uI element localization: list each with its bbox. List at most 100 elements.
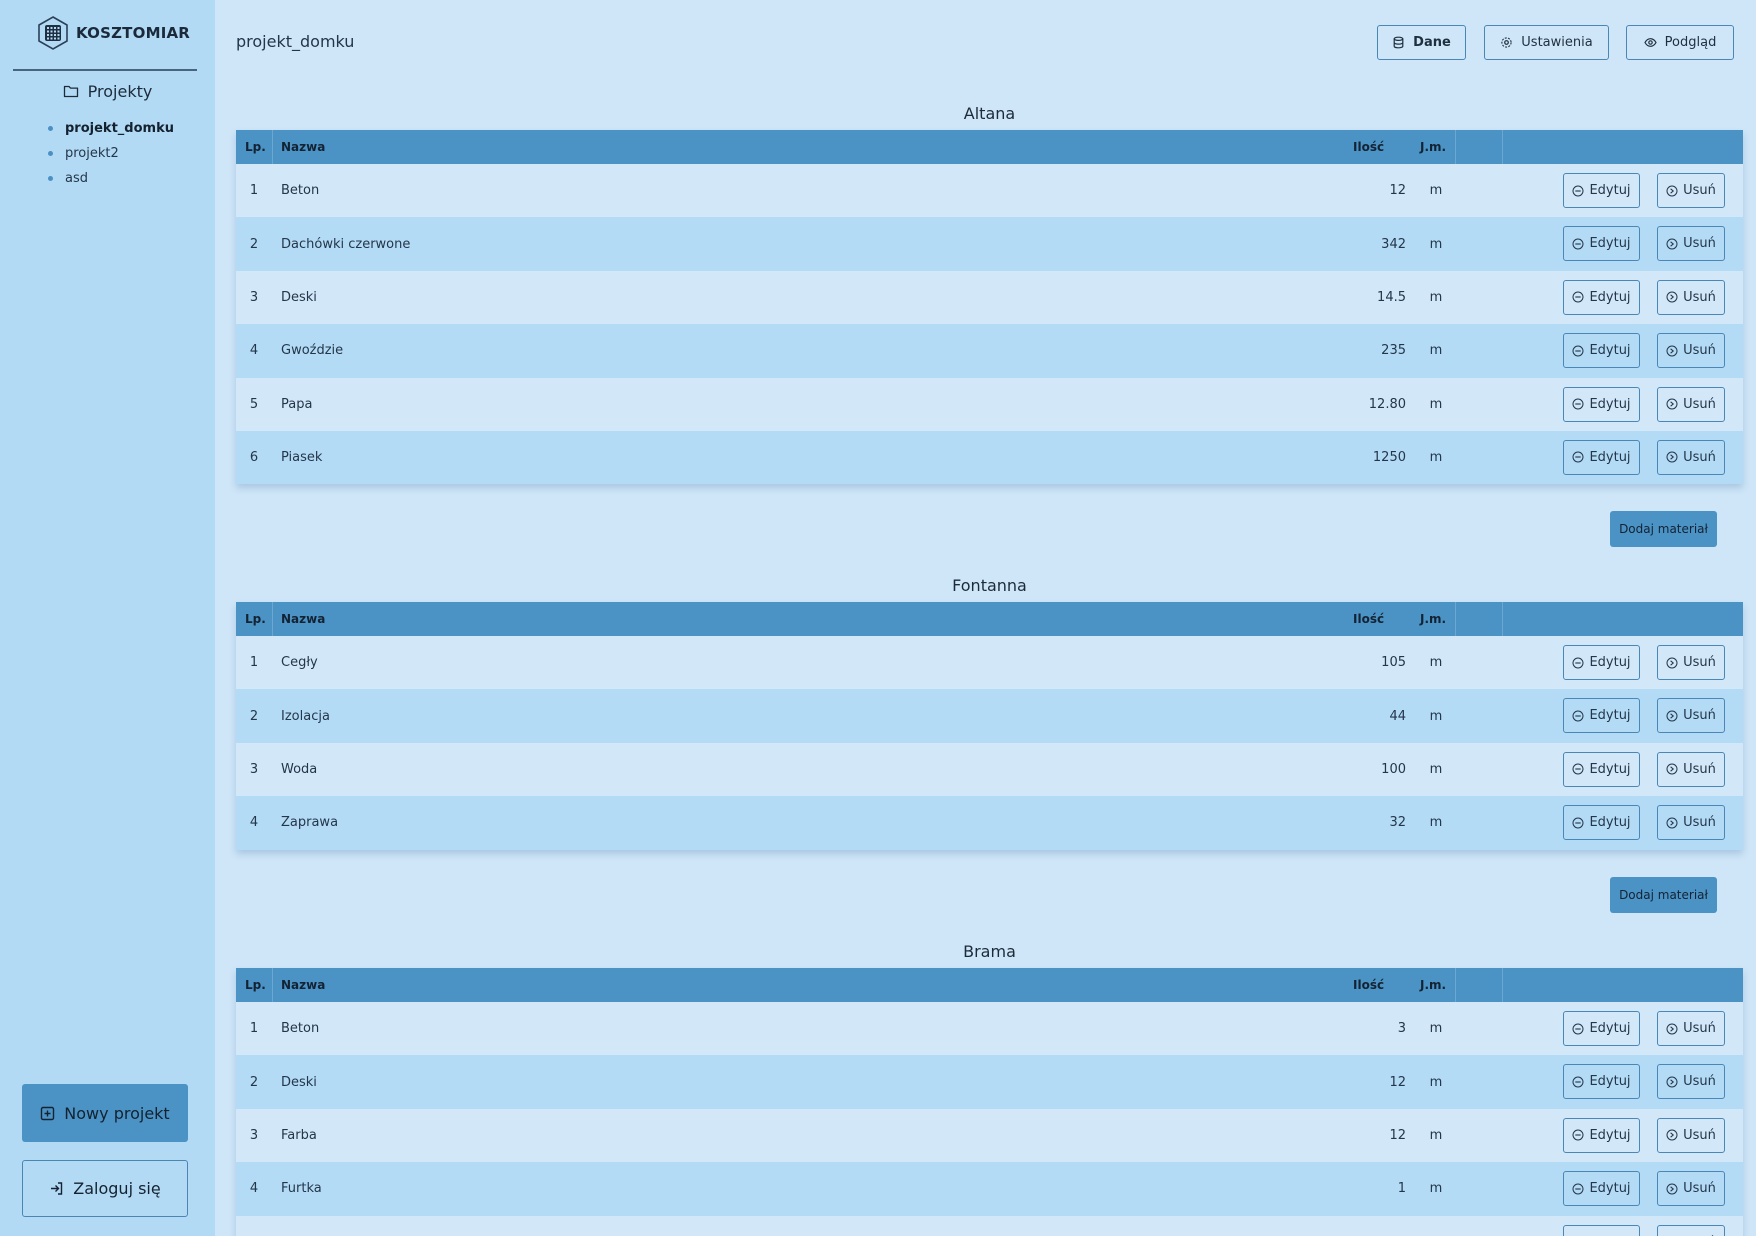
column-header-lp: Lp. xyxy=(245,140,266,154)
project-name: projekt2 xyxy=(65,146,119,161)
brand-name: KOSZTOMIAR xyxy=(76,24,191,42)
delete-button[interactable]: Usuń xyxy=(1657,333,1725,369)
delete-button[interactable]: Usuń xyxy=(1657,1011,1725,1046)
table-row: 1 Cegły 105 m Edytuj Usuń xyxy=(236,636,1743,690)
material-unit: m xyxy=(1429,1127,1443,1143)
edit-button[interactable]: Edytuj xyxy=(1563,1171,1640,1207)
delete-button-label: Usuń xyxy=(1683,289,1716,305)
gear-icon xyxy=(1501,37,1512,48)
project-list-item[interactable]: projekt2 xyxy=(48,141,174,166)
material-unit: m xyxy=(1429,236,1443,252)
table-row: 2 Deski 12 m Edytuj Usuń xyxy=(236,1055,1743,1109)
table-row: 6 Piasek 1250 m Edytuj Usuń xyxy=(236,430,1743,485)
delete-button[interactable]: Usuń xyxy=(1657,1064,1725,1100)
delete-button[interactable]: Usuń xyxy=(1657,386,1725,422)
column-header-ilosc: Ilość xyxy=(1353,978,1385,992)
settings-button[interactable]: Ustawienia xyxy=(1484,25,1609,60)
material-name: Woda xyxy=(281,761,318,777)
bullet-icon xyxy=(48,126,53,131)
edit-button[interactable]: Edytuj xyxy=(1563,439,1640,475)
delete-button-label: Usuń xyxy=(1683,1181,1716,1197)
edit-button[interactable]: Edytuj xyxy=(1563,1117,1640,1153)
data-button-label: Dane xyxy=(1413,35,1451,50)
project-list-item[interactable]: asd xyxy=(48,166,174,191)
bullet-icon xyxy=(48,151,53,156)
delete-button-label: Usuń xyxy=(1683,1074,1716,1090)
minus-circle-icon xyxy=(1572,398,1584,410)
edit-button[interactable]: Edytuj xyxy=(1563,173,1640,208)
eye-icon xyxy=(1643,38,1657,47)
edit-button[interactable]: Edytuj xyxy=(1563,226,1640,262)
delete-button[interactable]: Usuń xyxy=(1657,279,1725,315)
delete-button[interactable]: Usuń xyxy=(1657,805,1725,841)
delete-button-label: Usuń xyxy=(1683,815,1716,831)
column-header-jm: J.m. xyxy=(1420,140,1447,154)
table-row: Edytuj Usuń xyxy=(236,1215,1743,1236)
login-button[interactable]: Zaloguj się xyxy=(22,1160,188,1217)
delete-button-label: Usuń xyxy=(1683,343,1716,359)
delete-button[interactable]: Usuń xyxy=(1657,1171,1725,1207)
grid-hexagon-logo-icon xyxy=(38,16,68,50)
preview-button[interactable]: Podgląd xyxy=(1626,25,1734,60)
edit-button[interactable]: Edytuj xyxy=(1563,1224,1640,1236)
column-header-nazwa: Nazwa xyxy=(281,612,326,626)
delete-button[interactable]: Usuń xyxy=(1657,698,1725,734)
material-name: Furtka xyxy=(281,1181,322,1197)
materials-table: Lp. Nazwa Ilość J.m. 1 Cegły 105 m Edytuj Usuń 2 Iz… xyxy=(236,602,1743,850)
delete-button[interactable]: Usuń xyxy=(1657,1224,1725,1236)
table-header: Lp. Nazwa Ilość J.m. xyxy=(236,130,1743,164)
column-divider xyxy=(1502,602,1503,636)
edit-button-label: Edytuj xyxy=(1589,1181,1631,1197)
row-number: 4 xyxy=(249,343,259,359)
projects-heading: Projekty xyxy=(0,78,215,104)
table-row: 4 Zaprawa 32 m Edytuj Usuń xyxy=(236,796,1743,850)
bullet-icon xyxy=(48,176,53,181)
chevron-circle-icon xyxy=(1666,1183,1678,1195)
edit-button[interactable]: Edytuj xyxy=(1563,698,1640,734)
project-name: asd xyxy=(65,171,88,186)
column-divider xyxy=(1455,602,1456,636)
delete-button-label: Usuń xyxy=(1683,761,1716,777)
delete-button-label: Usuń xyxy=(1683,449,1716,465)
edit-button[interactable]: Edytuj xyxy=(1563,751,1640,787)
material-name: Deski xyxy=(281,1074,317,1090)
add-material-button[interactable]: Dodaj materiał xyxy=(1610,511,1717,548)
material-quantity: 100 xyxy=(1381,761,1406,777)
edit-button[interactable]: Edytuj xyxy=(1563,1064,1640,1100)
section-title: Fontanna xyxy=(952,576,1027,595)
edit-button[interactable]: Edytuj xyxy=(1563,333,1640,369)
delete-button-label: Usuń xyxy=(1683,1127,1716,1143)
data-button[interactable]: Dane xyxy=(1377,25,1466,60)
add-material-button[interactable]: Dodaj materiał xyxy=(1610,876,1717,913)
edit-button[interactable]: Edytuj xyxy=(1563,386,1640,422)
material-quantity: 1250 xyxy=(1372,450,1406,466)
material-unit: m xyxy=(1429,1181,1443,1197)
project-list-item[interactable]: projekt_domku xyxy=(48,116,174,141)
row-number: 4 xyxy=(249,1181,259,1197)
material-quantity: 14.5 xyxy=(1377,289,1406,305)
delete-button[interactable]: Usuń xyxy=(1657,173,1725,208)
delete-button[interactable]: Usuń xyxy=(1657,645,1725,680)
edit-button[interactable]: Edytuj xyxy=(1563,645,1640,680)
delete-button[interactable]: Usuń xyxy=(1657,1117,1725,1153)
material-quantity: 235 xyxy=(1381,343,1406,359)
chevron-circle-icon xyxy=(1666,657,1678,668)
edit-button[interactable]: Edytuj xyxy=(1563,279,1640,315)
table-row: 3 Farba 12 m Edytuj Usuń xyxy=(236,1108,1743,1163)
login-label: Zaloguj się xyxy=(73,1179,161,1198)
delete-button[interactable]: Usuń xyxy=(1657,439,1725,475)
edit-button[interactable]: Edytuj xyxy=(1563,1011,1640,1046)
edit-button[interactable]: Edytuj xyxy=(1563,805,1640,841)
delete-button[interactable]: Usuń xyxy=(1657,751,1725,787)
material-unit: m xyxy=(1429,815,1443,831)
brand[interactable]: KOSZTOMIAR xyxy=(36,16,190,50)
column-divider xyxy=(1502,130,1503,164)
table-row: 1 Beton 12 m Edytuj Usuń xyxy=(236,164,1743,218)
chevron-circle-icon xyxy=(1666,1129,1678,1141)
chevron-circle-icon xyxy=(1666,291,1678,303)
table-body: 1 Beton 3 m Edytuj Usuń 2 Deski 12 m Edytuj Usuń 3 Fa… xyxy=(236,1002,1743,1236)
log-in-icon xyxy=(51,1182,63,1195)
delete-button[interactable]: Usuń xyxy=(1657,226,1725,262)
table-header: Lp. Nazwa Ilość J.m. xyxy=(236,968,1743,1002)
new-project-button[interactable]: Nowy projekt xyxy=(22,1084,188,1142)
